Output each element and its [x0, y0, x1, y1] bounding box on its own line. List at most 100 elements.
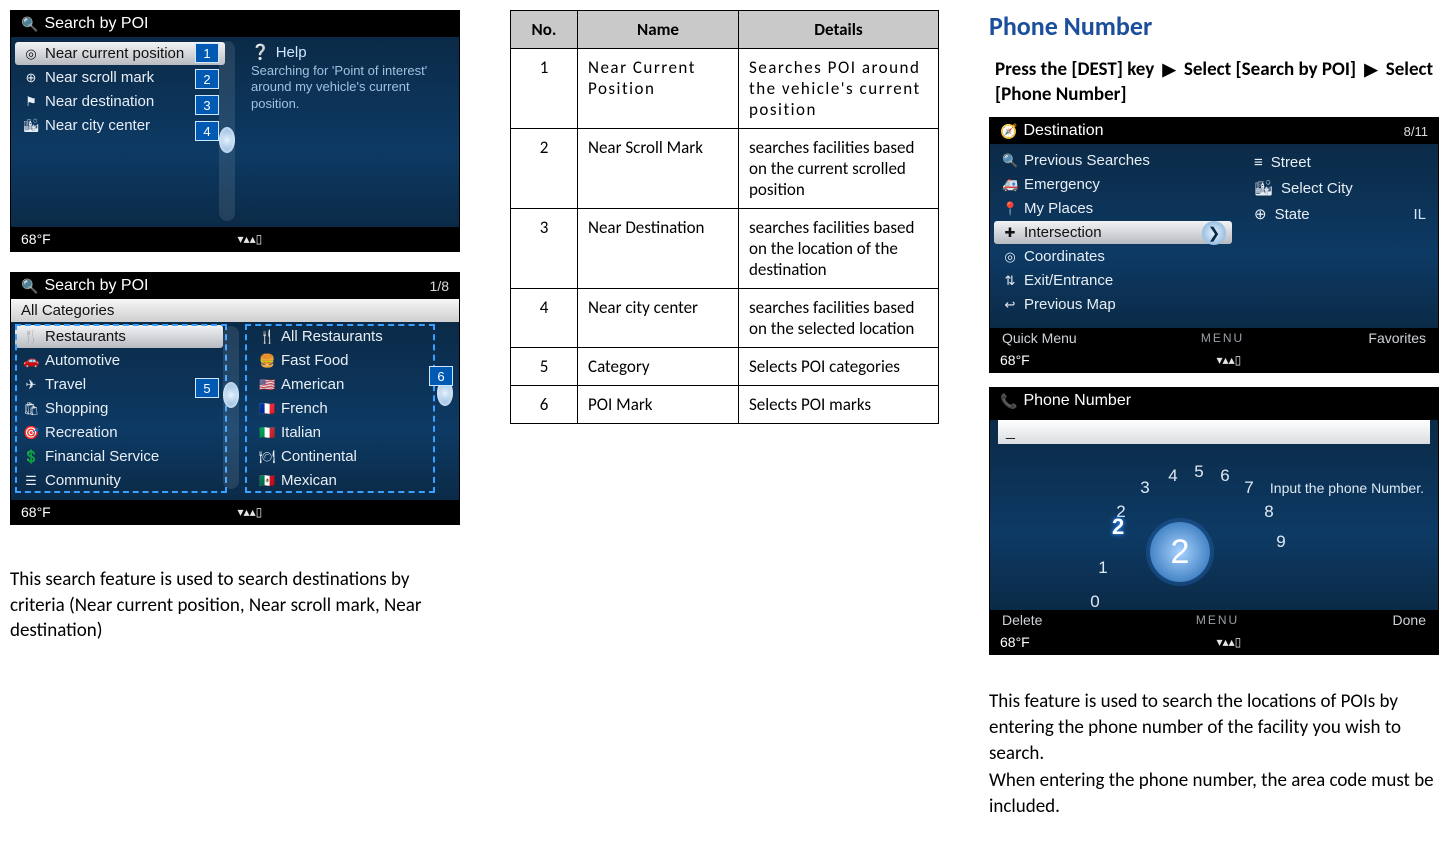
dest-prev-searches[interactable]: 🔍 Previous Searches [994, 149, 1232, 172]
instruction-line: Press the [DEST] key ▶ Select [Search by… [995, 58, 1439, 107]
cat-restaurants[interactable]: 🍴 Restaurants [15, 325, 223, 348]
dest-prev-map[interactable]: ↩ Previous Map [994, 293, 1232, 316]
sub-label: Italian [281, 424, 321, 441]
dest-intersection[interactable]: ✚ Intersection ❯ [994, 221, 1232, 244]
field-street[interactable]: ≡ Street [1250, 150, 1430, 175]
temperature: 68°F [1000, 352, 1030, 368]
cat-travel[interactable]: ✈ Travel [15, 373, 223, 396]
finance-icon: 💲 [23, 449, 39, 465]
sub-label: All Restaurants [281, 328, 383, 345]
field-city[interactable]: 🏙 Select City [1250, 175, 1430, 201]
dest-exit-entrance[interactable]: ⇅ Exit/Entrance [994, 269, 1232, 292]
dest-coordinates[interactable]: ◎ Coordinates [994, 245, 1232, 268]
poi-item-near-city[interactable]: 🏙 Near city center [15, 114, 225, 137]
cat-community[interactable]: ☰ Community [15, 469, 223, 492]
coords-icon: ◎ [1002, 249, 1018, 265]
target-icon: ◎ [23, 46, 39, 62]
poi-item-near-scroll[interactable]: ⊕ Near scroll mark [15, 66, 225, 89]
poi-item-near-destination[interactable]: ⚑ Near destination [15, 90, 225, 113]
signal-icon: ▾▴▴▯ [1217, 353, 1242, 367]
flag-fr-icon: 🇫🇷 [259, 401, 275, 417]
lead-b: Select [Search by POI] [1184, 58, 1356, 81]
callout-5: 5 [195, 378, 219, 398]
sub-continental[interactable]: 🍽 Continental [251, 445, 459, 468]
sub-italian[interactable]: 🇮🇹 Italian [251, 421, 459, 444]
scrollbar[interactable] [219, 41, 235, 221]
temperature: 68°F [21, 231, 51, 247]
cell-name: Near city center [578, 289, 739, 348]
temperature: 68°F [1000, 634, 1030, 650]
softkey-mid[interactable]: MENU [1196, 613, 1239, 627]
exit-icon: ⇅ [1002, 273, 1018, 289]
cat-financial[interactable]: 💲 Financial Service [15, 445, 223, 468]
cell-no: 4 [511, 289, 578, 348]
number-dial[interactable]: 1 2 3 4 5 6 7 8 9 0 2 2 [1080, 462, 1270, 602]
dial-6[interactable]: 6 [1214, 466, 1236, 486]
cat-label: Travel [45, 376, 86, 393]
cat-automotive[interactable]: 🚗 Automotive [15, 349, 223, 372]
callout-2: 2 [195, 69, 219, 89]
cell-no: 3 [511, 209, 578, 289]
search-icon: 🔍 [21, 278, 38, 295]
arrow-icon: ▶ [1159, 59, 1180, 80]
emergency-icon: 🚑 [1002, 177, 1018, 193]
dial-highlight: 2 [1112, 514, 1124, 540]
dial-9[interactable]: 9 [1270, 532, 1292, 552]
cell-no: 1 [511, 49, 578, 129]
map-icon: ↩ [1002, 297, 1018, 313]
dial-1[interactable]: 1 [1092, 558, 1114, 578]
flag-it-icon: 🇮🇹 [259, 425, 275, 441]
cat-recreation[interactable]: 🎯 Recreation [15, 421, 223, 444]
softkey-right[interactable]: Favorites [1368, 330, 1426, 346]
softkey-delete[interactable]: Delete [1002, 612, 1042, 628]
table-row: 3 Near Destination searches facilities b… [511, 209, 939, 289]
cell-name: Near Current Position [578, 49, 739, 129]
status-bar: 68°F ▾▴▴▯ [990, 630, 1438, 654]
cell-no: 6 [511, 386, 578, 424]
sub-american[interactable]: 🇺🇸 American [251, 373, 459, 396]
softkey-done[interactable]: Done [1393, 612, 1426, 628]
dial-selected[interactable]: 2 [1150, 522, 1210, 582]
cat-label: Recreation [45, 424, 118, 441]
softkey-bar: Delete MENU Done [990, 610, 1438, 630]
dial-0[interactable]: 0 [1084, 592, 1106, 612]
sub-fastfood[interactable]: 🍔 Fast Food [251, 349, 459, 372]
dial-8[interactable]: 8 [1258, 502, 1280, 522]
dial-5[interactable]: 5 [1188, 462, 1210, 482]
sub-mexican[interactable]: 🇲🇽 Mexican [251, 469, 459, 492]
softkey-left[interactable]: Quick Menu [1002, 330, 1077, 346]
dial-3[interactable]: 3 [1134, 478, 1156, 498]
restaurant-icon: 🍴 [23, 329, 39, 345]
sub-french[interactable]: 🇫🇷 French [251, 397, 459, 420]
softkey-mid[interactable]: MENU [1201, 331, 1244, 345]
screen2-titlebar: 🔍 Search by POI 1/8 [11, 273, 459, 299]
dest-myplaces[interactable]: 📍 My Places [994, 197, 1232, 220]
phone-icon: 📞 [1000, 393, 1017, 410]
screen1-title: Search by POI [44, 15, 148, 33]
dest-item-label: Coordinates [1024, 248, 1105, 265]
phone-entry-field[interactable]: _ [998, 420, 1430, 444]
chevron-right-icon[interactable]: ❯ [1202, 221, 1226, 245]
dest-emergency[interactable]: 🚑 Emergency [994, 173, 1232, 196]
cell-name: POI Mark [578, 386, 739, 424]
scroll-thumb[interactable] [219, 127, 235, 153]
dest-page: 8/11 [1404, 124, 1428, 139]
field-state[interactable]: ⊕ State IL [1250, 201, 1430, 227]
phone-hint: Input the phone Number. [1270, 480, 1424, 496]
cell-name: Near Destination [578, 209, 739, 289]
status-bar: 68°F ▾▴▴▯ [11, 500, 459, 524]
cat-shopping[interactable]: 🛍 Shopping [15, 397, 223, 420]
sub-all-restaurants[interactable]: 🍴 All Restaurants [251, 325, 459, 348]
status-bar: 68°F ▾▴▴▯ [11, 227, 459, 251]
poi-item-near-current[interactable]: ◎ Near current position [15, 42, 225, 65]
dial-7[interactable]: 7 [1238, 478, 1260, 498]
dial-4[interactable]: 4 [1162, 466, 1184, 486]
cell-details: searches facilities based on the current… [739, 129, 939, 209]
phone-titlebar: 📞 Phone Number [990, 388, 1438, 414]
state-icon: ⊕ [1254, 205, 1267, 223]
field-label: Street [1271, 154, 1311, 171]
dest-item-label: Previous Searches [1024, 152, 1150, 169]
flag-mx-icon: 🇲🇽 [259, 473, 275, 489]
cell-name: Category [578, 348, 739, 386]
right-para-1: This feature is used to search the locat… [989, 689, 1439, 766]
